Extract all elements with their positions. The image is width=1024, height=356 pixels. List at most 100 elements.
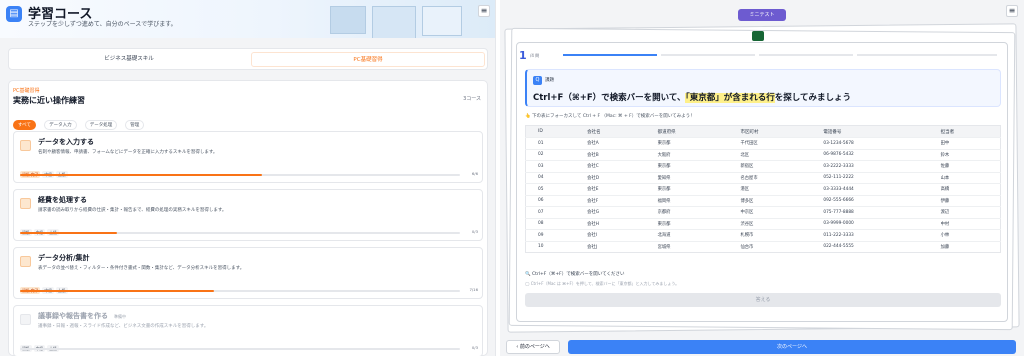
receipt-icon — [20, 198, 31, 209]
course-header: ▤ 学習コース ステップを少しずつ進めて、自分のペースで学びます。 ≡ — [0, 0, 495, 38]
course-count: 3コース — [463, 96, 481, 102]
answer-button[interactable]: 答える — [525, 293, 1001, 307]
filter-chip-data-processing[interactable]: データ処理 — [84, 120, 118, 130]
course-card[interactable]: 議事録や報告書を作る 準備中 議事録・日報・週報・スライド作成など、ビジネス文書の… — [13, 305, 483, 356]
level-tags: 初級中級上級 — [20, 219, 61, 238]
table-cell: 田中 — [928, 137, 1001, 149]
tab-business-skills[interactable]: ビジネス基礎スキル — [12, 52, 246, 67]
status-badge: 準備中 — [114, 314, 126, 319]
table-cell: 会社A — [575, 137, 646, 149]
table-cell: 宮城県 — [645, 240, 729, 253]
table-cell: 会社G — [575, 206, 646, 218]
progress-bar — [20, 174, 460, 176]
level-tags: 初級 完了中級上級 — [20, 161, 70, 180]
level-tags: 初級中級上級 — [20, 335, 61, 354]
table-cell: 小林 — [928, 229, 1001, 241]
data-table[interactable]: ID 会社名 都道府県 市区町村 電話番号 担当者 01 会社A 東京都 千代田区 03… — [525, 125, 1001, 253]
course-title: 経費を処理する — [38, 196, 87, 204]
table-cell: 大阪府 — [645, 148, 729, 161]
table-row: 03 会社C 東京都 新宿区 03-2222-3333 佐藤 — [525, 160, 1001, 172]
table-cell: 10 — [525, 240, 576, 253]
keyboard-hint: 👆 下の表にフォーカスして Ctrl + F （Mac: ⌘ + F）で検索バー… — [525, 114, 695, 119]
table-cell: 渡辺 — [928, 206, 1001, 218]
table-cell: 011-222-3333 — [811, 229, 929, 241]
menu-icon[interactable]: ≡ — [1006, 5, 1018, 17]
step-progress-segment — [661, 54, 755, 56]
course-card[interactable]: データ分析/集計 表データの並べ替え・フィルター・条件付き書式・関数・集計など、… — [13, 247, 483, 299]
tab-pc-basics[interactable]: PC基礎習得 — [251, 52, 485, 67]
course-card[interactable]: 経費を処理する 請求書の読み取りから経費の仕訳・集計・報告まで、経費の処理の実務… — [13, 189, 483, 241]
column-header: 担当者 — [928, 125, 1001, 138]
keyboard-icon — [20, 140, 31, 151]
table-cell: 会社I — [575, 229, 646, 241]
table-cell: 会社H — [575, 217, 646, 230]
table-row: 07 会社G 京都府 中京区 075-777-8888 渡辺 — [525, 206, 1001, 218]
table-cell: 高橋 — [928, 183, 1001, 195]
table-row: 09 会社I 北海道 札幌市 011-222-3333 小林 — [525, 229, 1001, 241]
column-header: 電話番号 — [811, 125, 929, 138]
section-title: 実務に近い操作練習 — [13, 96, 85, 105]
page-subtitle: ステップを少しずつ進めて、自分のペースで学びます。 — [28, 21, 177, 28]
prev-page-button[interactable]: ‹ 前のページへ — [506, 340, 560, 354]
step-progress-segment — [759, 54, 853, 56]
section-category: PC基礎習得 — [13, 88, 40, 94]
table-cell: 092-555-6666 — [811, 194, 929, 207]
course-description: 議事録・日報・週報・スライド作成など、ビジネス文書の作成スキルを習得します。 — [38, 324, 209, 329]
app-root: ▤ 学習コース ステップを少しずつ進めて、自分のペースで学びます。 ≡ ビジネス… — [0, 0, 1024, 356]
chart-illustration — [422, 6, 462, 36]
table-cell: 鈴木 — [928, 148, 1001, 161]
progress-fill — [20, 232, 117, 234]
table-row: 05 会社E 東京都 港区 03-3333-4444 高橋 — [525, 183, 1001, 195]
progress-count: 0/3 — [471, 345, 478, 350]
table-header-row: ID 会社名 都道府県 市区町村 電話番号 担当者 — [525, 125, 1001, 138]
table-cell: 06-9876-5432 — [811, 148, 929, 161]
table-cell: 会社C — [575, 160, 646, 172]
progress-bar — [20, 348, 460, 350]
filter-chip-data-entry[interactable]: データ入力 — [44, 120, 77, 130]
table-row: 06 会社F 福岡県 博多区 092-555-6666 伊藤 — [525, 194, 1001, 207]
table-cell: 03-3333-4444 — [811, 183, 929, 195]
table-cell: 渋谷区 — [728, 217, 812, 230]
mode-badge: ミニテスト — [738, 9, 786, 21]
question-text: Ctrl+F（⌘+F）で検索バーを開いて、「東京都」が含まれる行を探してみましょ… — [533, 91, 851, 103]
table-cell: 075-777-8888 — [811, 206, 929, 218]
course-title: 議事録や報告書を作る 準備中 — [38, 311, 126, 321]
progress-count: 6/6 — [471, 171, 478, 176]
table-row: 10 会社J 宮城県 仙台市 022-444-5555 加藤 — [525, 240, 1001, 253]
course-description: 名刺や顧客情報、申請書、フォームなどにデータを正確に入力するスキルを習得します。 — [38, 150, 218, 155]
table-cell: 05 — [525, 183, 576, 195]
table-cell: 04 — [525, 171, 576, 184]
course-title: データを入力する — [38, 138, 94, 146]
progress-fill — [20, 174, 262, 176]
building-illustration — [372, 6, 416, 38]
level-tags: 初級 完了中級上級 — [20, 277, 70, 296]
step-progress-segment — [563, 54, 657, 56]
course-panel: ▤ 学習コース ステップを少しずつ進めて、自分のペースで学びます。 ≡ ビジネス… — [0, 0, 496, 356]
next-page-button[interactable]: 次のページへ — [568, 340, 1016, 354]
table-cell: 仙台市 — [728, 240, 812, 253]
menu-icon[interactable]: ≡ — [478, 5, 490, 17]
table-cell: 東京都 — [645, 183, 729, 195]
course-description: 請求書の読み取りから経費の仕訳・集計・報告まで、経費の処理の実務スキルを習得しま… — [38, 208, 227, 213]
table-cell: 港区 — [728, 183, 812, 195]
table-cell: 08 — [525, 217, 576, 230]
progress-count: 0/3 — [471, 229, 478, 234]
question-highlight: 「東京都」が含まれる行 — [685, 93, 775, 103]
filter-chip-management[interactable]: 管理 — [125, 120, 145, 130]
table-cell: 01 — [525, 137, 576, 149]
progress-fill — [20, 290, 214, 292]
course-card[interactable]: データを入力する 名刺や顧客情報、申請書、フォームなどにデータを正確に入力するス… — [13, 131, 483, 183]
table-cell: 東京都 — [645, 217, 729, 230]
table-cell: 東京都 — [645, 160, 729, 172]
course-title-text: 議事録や報告書を作る — [38, 312, 108, 320]
table-cell: 会社F — [575, 194, 646, 207]
task-sheet: 1 /4 問 Q 課題 Ctrl+F（⌘+F）で検索バーを開いて、「東京都」が含… — [516, 42, 1008, 322]
table-cell: 北区 — [728, 148, 812, 161]
quiz-panel: ≡ ミニテスト 1 /4 問 Q 課題 Ctrl+F（⌘+F）で検索バーを開いて… — [500, 0, 1024, 356]
table-cell: 02 — [525, 148, 576, 161]
table-cell: 09 — [525, 229, 576, 241]
table-row: 04 会社D 愛知県 名古屋市 052-111-2222 山本 — [525, 171, 1001, 184]
filter-chip-all[interactable]: すべて — [13, 120, 37, 130]
table-cell: 会社E — [575, 183, 646, 195]
column-header: 市区町村 — [728, 125, 812, 138]
